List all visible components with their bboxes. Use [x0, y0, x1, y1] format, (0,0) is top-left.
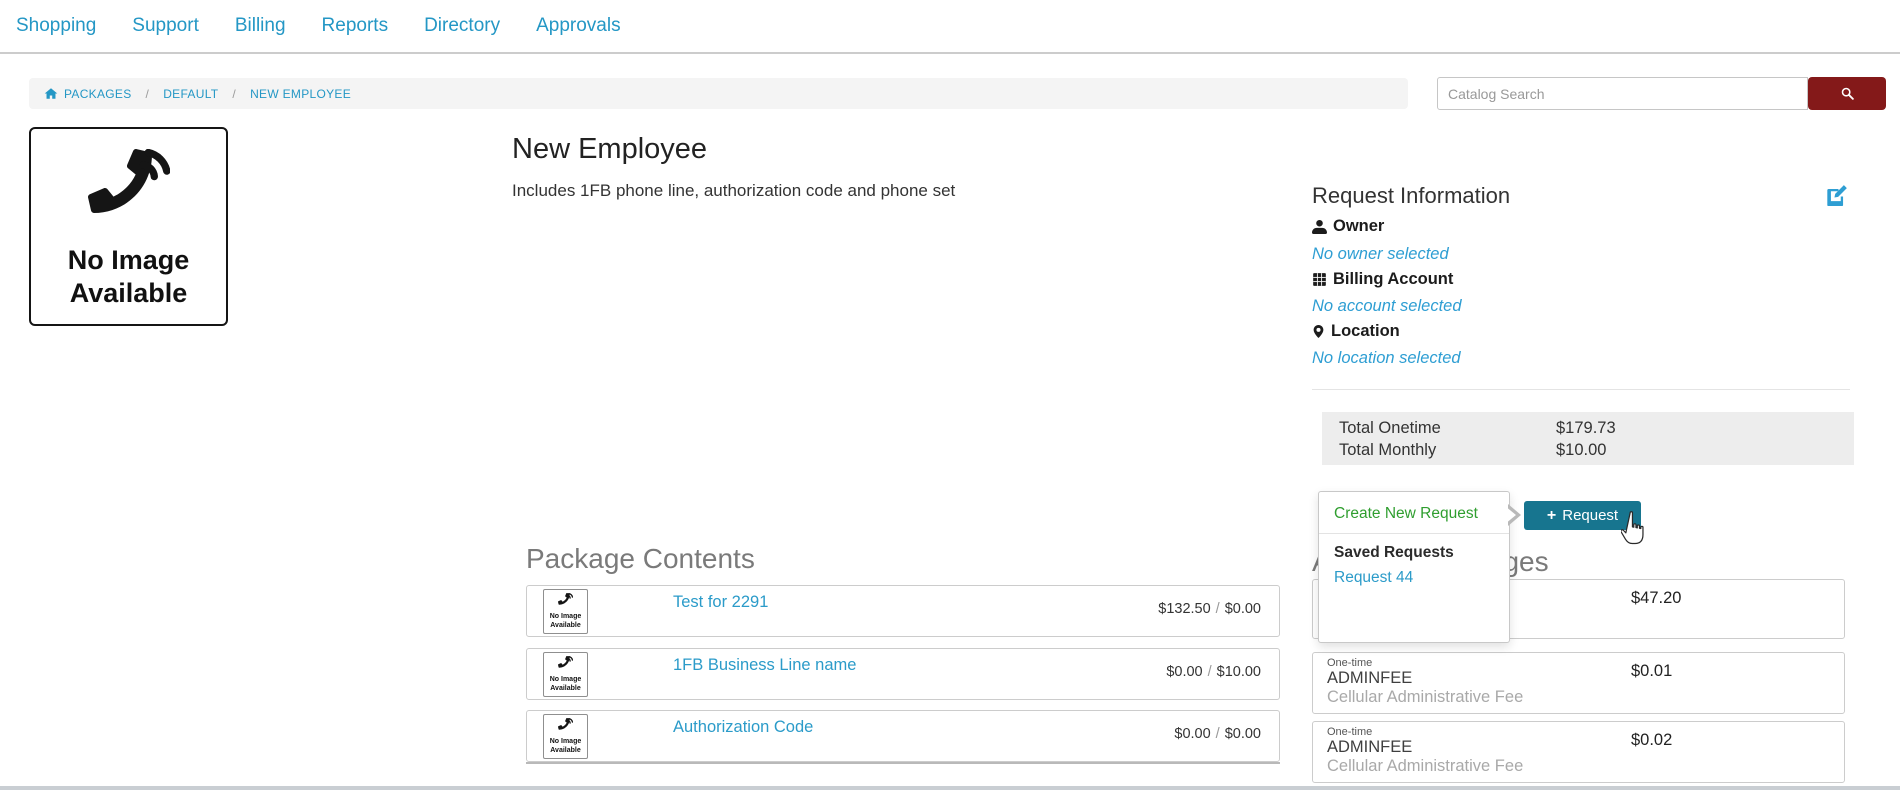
total-onetime-label: Total Onetime — [1339, 419, 1441, 438]
package-item-price: $0.00 / $10.00 — [1166, 664, 1261, 680]
breadcrumb-packages[interactable]: PACKAGES — [64, 87, 132, 101]
fee-amount: $0.02 — [1631, 731, 1672, 750]
package-item-price: $132.50 / $0.00 — [1158, 601, 1261, 617]
create-new-request-item[interactable]: Create New Request — [1334, 505, 1494, 523]
thumb-no-image-line1: No Image — [544, 738, 587, 747]
location-value[interactable]: No location selected — [1312, 349, 1461, 368]
price-monthly: $10.00 — [1217, 664, 1261, 680]
fee-code: ADMINFEE — [1327, 738, 1830, 757]
package-list-divider — [526, 762, 1280, 764]
thumb-no-image-line2: Available — [544, 685, 587, 694]
breadcrumb: PACKAGES / DEFAULT / NEW EMPLOYEE — [29, 78, 1408, 109]
fee-card: One-time ADMINFEE Cellular Administrativ… — [1312, 652, 1845, 714]
nav-item-support[interactable]: Support — [132, 15, 199, 37]
product-image-placeholder: No Image Available — [29, 127, 228, 326]
item-thumbnail: No Image Available — [543, 589, 588, 634]
breadcrumb-separator: / — [232, 87, 236, 101]
search-button[interactable] — [1808, 77, 1886, 110]
no-image-text-line1: No Image — [31, 244, 226, 277]
fee-code: ADMINFEE — [1327, 669, 1830, 688]
location-label: Location — [1312, 322, 1400, 341]
fee-description: Cellular Administrative Fee — [1327, 757, 1830, 776]
request-information-title: Request Information — [1312, 183, 1510, 209]
billing-account-label-text: Billing Account — [1333, 270, 1453, 289]
fee-description: Cellular Administrative Fee — [1327, 688, 1830, 707]
edit-icon[interactable] — [1826, 185, 1847, 206]
item-thumbnail: No Image Available — [543, 714, 588, 759]
totals-summary: Total Onetime $179.73 Total Monthly $10.… — [1322, 412, 1854, 465]
fee-amount: $0.01 — [1631, 662, 1672, 681]
package-item-link[interactable]: Authorization Code — [673, 718, 813, 737]
no-image-text-line2: Available — [31, 277, 226, 310]
package-item-link[interactable]: Test for 2291 — [673, 593, 768, 612]
dropdown-arrow — [1505, 506, 1516, 524]
search-input[interactable] — [1437, 77, 1808, 110]
price-separator: / — [1216, 726, 1220, 742]
product-description: Includes 1FB phone line, authorization c… — [512, 181, 955, 201]
package-item-link[interactable]: 1FB Business Line name — [673, 656, 856, 675]
location-label-text: Location — [1331, 322, 1400, 341]
breadcrumb-default[interactable]: DEFAULT — [163, 87, 218, 101]
user-icon — [1312, 219, 1327, 234]
fee-period: One-time — [1327, 657, 1830, 669]
price-monthly: $0.00 — [1225, 601, 1261, 617]
price-onetime: $132.50 — [1158, 601, 1210, 617]
dropdown-divider — [1319, 533, 1509, 534]
billing-account-value[interactable]: No account selected — [1312, 297, 1462, 316]
package-item-row[interactable]: No Image Available Test for 2291 $132.50… — [526, 585, 1280, 637]
saved-requests-header: Saved Requests — [1334, 544, 1494, 562]
nav-item-approvals[interactable]: Approvals — [536, 15, 621, 37]
thumb-no-image-line1: No Image — [544, 676, 587, 685]
item-thumbnail: No Image Available — [543, 652, 588, 697]
package-item-row[interactable]: No Image Available Authorization Code $0… — [526, 710, 1280, 762]
phone-icon — [558, 593, 573, 608]
owner-label-text: Owner — [1333, 217, 1384, 236]
request-dropdown-menu: Create New Request Saved Requests Reques… — [1318, 491, 1510, 643]
billing-grid-icon — [1312, 272, 1327, 287]
mouse-cursor-icon — [1621, 511, 1653, 547]
owner-value[interactable]: No owner selected — [1312, 245, 1449, 264]
fee-period: One-time — [1327, 726, 1830, 738]
package-item-price: $0.00 / $0.00 — [1174, 726, 1261, 742]
location-pin-icon — [1312, 324, 1325, 339]
thumb-no-image-line2: Available — [544, 747, 587, 756]
fee-amount: $47.20 — [1631, 589, 1681, 608]
nav-item-shopping[interactable]: Shopping — [16, 15, 96, 37]
divider — [1312, 389, 1850, 390]
price-monthly: $0.00 — [1225, 726, 1261, 742]
request-button-label: Request — [1562, 507, 1618, 524]
price-separator: / — [1208, 664, 1212, 680]
saved-request-44-item[interactable]: Request 44 — [1334, 569, 1494, 587]
nav-item-billing[interactable]: Billing — [235, 15, 286, 37]
price-onetime: $0.00 — [1174, 726, 1210, 742]
package-contents-title: Package Contents — [526, 543, 755, 575]
fee-card: One-time ADMINFEE Cellular Administrativ… — [1312, 721, 1845, 783]
plus-icon: + — [1547, 507, 1556, 525]
total-onetime-value: $179.73 — [1556, 419, 1616, 438]
billing-account-label: Billing Account — [1312, 270, 1453, 289]
package-item-row[interactable]: No Image Available 1FB Business Line nam… — [526, 648, 1280, 700]
home-icon — [44, 87, 58, 100]
owner-label: Owner — [1312, 217, 1384, 236]
price-onetime: $0.00 — [1166, 664, 1202, 680]
phone-icon — [88, 149, 170, 231]
phone-icon — [558, 718, 573, 733]
catalog-package-page: Shopping Support Billing Reports Directo… — [0, 0, 1900, 790]
total-monthly-value: $10.00 — [1556, 441, 1606, 460]
phone-icon — [558, 656, 573, 671]
thumb-no-image-line1: No Image — [544, 613, 587, 622]
search-icon — [1840, 86, 1855, 101]
nav-item-directory[interactable]: Directory — [424, 15, 500, 37]
footer-divider — [0, 786, 1900, 790]
top-navbar: Shopping Support Billing Reports Directo… — [0, 0, 1900, 54]
thumb-no-image-line2: Available — [544, 622, 587, 631]
price-separator: / — [1216, 601, 1220, 617]
page-title: New Employee — [512, 133, 707, 166]
breadcrumb-separator: / — [146, 87, 150, 101]
breadcrumb-new-employee: NEW EMPLOYEE — [250, 87, 351, 101]
nav-item-reports[interactable]: Reports — [322, 15, 389, 37]
total-monthly-label: Total Monthly — [1339, 441, 1436, 460]
catalog-search — [1437, 77, 1886, 110]
